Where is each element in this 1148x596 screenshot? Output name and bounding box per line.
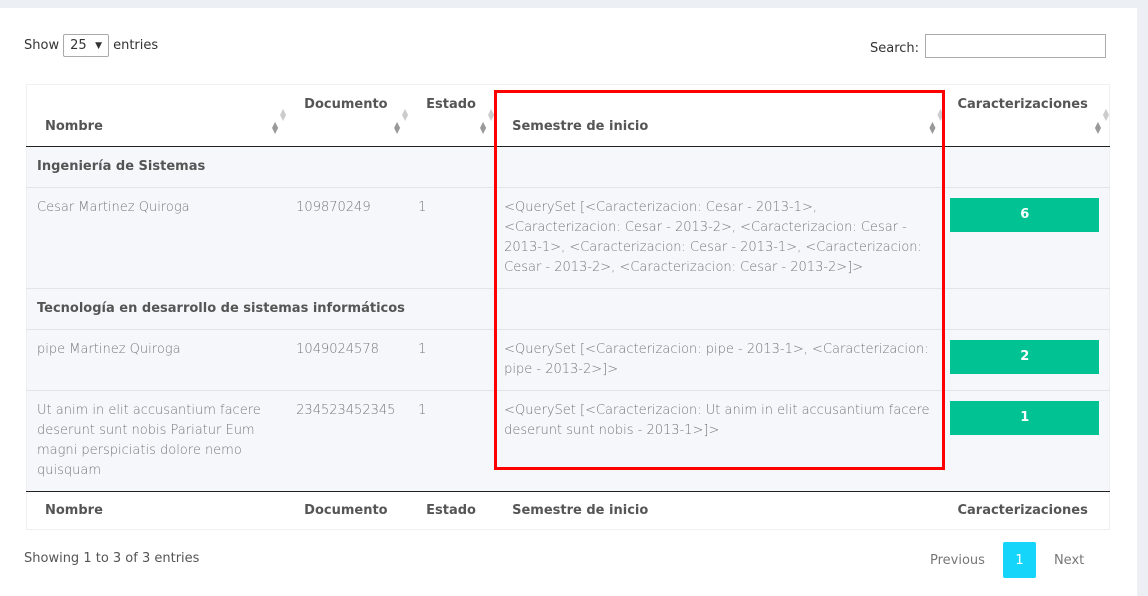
search-label: Search: xyxy=(870,40,920,56)
group-row: Ingeniería de Sistemas xyxy=(26,146,1110,188)
cell-nombre: Cesar Martinez Quiroga xyxy=(26,187,287,289)
cell-caracterizaciones: 2 xyxy=(943,329,1110,391)
cell-estado: 1 xyxy=(408,329,495,391)
cell-semestre: <QuerySet [<Caracterizacion: Cesar - 201… xyxy=(494,187,944,289)
column-header-semestre[interactable]: Semestre de inicio ▲ ▼ ▲ ▼ xyxy=(494,84,944,147)
caret-down-icon: ▼ xyxy=(95,40,103,51)
table-row: pipe Martinez Quiroga 1049024578 1 <Quer… xyxy=(26,329,1110,391)
cell-estado: 1 xyxy=(408,390,495,492)
footer-estado: Estado xyxy=(408,491,495,530)
count-badge[interactable]: 2 xyxy=(950,340,1099,374)
table-info: Showing 1 to 3 of 3 entries xyxy=(24,551,200,566)
search-input[interactable] xyxy=(925,34,1107,58)
sort-icon: ▲ ▼ xyxy=(479,120,487,135)
column-header-estado[interactable]: Estado ▲ ▼ ▲ ▼ xyxy=(408,84,495,147)
footer-nombre: Nombre xyxy=(26,491,287,530)
count-badge[interactable]: 1 xyxy=(950,401,1099,435)
column-header-documento[interactable]: Documento ▲ ▼ ▲ ▼ xyxy=(286,84,409,147)
cell-documento: 1049024578 xyxy=(286,329,409,391)
cell-estado: 1 xyxy=(408,187,495,289)
search: Search: xyxy=(870,34,1107,60)
sort-icon: ▲ ▼ xyxy=(272,120,279,135)
show-label: Show xyxy=(24,38,60,53)
entries-length: Show 25 ▼ entries xyxy=(24,34,158,57)
entries-value: 25 xyxy=(70,38,87,53)
data-table: Nombre ▲ ▼ ▲ ▼ Documento ▲ ▼ ▲ ▼ Estado ▲ ▼ ▲ ▼ Seme… xyxy=(26,84,1110,530)
sort-icon: ▲ ▼ xyxy=(1094,120,1101,135)
cell-semestre: <QuerySet [<Caracterizacion: pipe - 2013… xyxy=(494,329,944,391)
sort-icon: ▲ ▼ xyxy=(929,120,936,135)
footer-documento: Documento xyxy=(286,491,409,530)
page-1-button[interactable]: 1 xyxy=(1002,542,1036,578)
entries-label: entries xyxy=(113,38,159,53)
pagination: Previous 1 Next xyxy=(930,542,1084,578)
table-row: Cesar Martinez Quiroga 109870249 1 <Quer… xyxy=(26,187,1110,289)
cell-nombre: Ut anim in elit accusantium facere deser… xyxy=(26,390,287,492)
group-row: Tecnología en desarrollo de sistemas inf… xyxy=(26,288,1110,330)
footer-semestre: Semestre de inicio xyxy=(494,491,944,530)
footer-caracterizaciones: Caracterizaciones xyxy=(943,491,1110,530)
table-row: Ut anim in elit accusantium facere deser… xyxy=(26,390,1110,492)
sort-icon: ▲ ▼ xyxy=(393,120,401,135)
next-button[interactable]: Next xyxy=(1054,553,1084,568)
column-header-nombre[interactable]: Nombre ▲ ▼ ▲ ▼ xyxy=(26,84,287,147)
cell-caracterizaciones: 6 xyxy=(943,187,1110,289)
cell-documento: 234523452345 xyxy=(286,390,409,492)
entries-select[interactable]: 25 ▼ xyxy=(63,34,110,57)
cell-caracterizaciones: 1 xyxy=(943,390,1110,492)
column-header-caracterizaciones[interactable]: Caracterizaciones ▲ ▼ ▲ ▼ xyxy=(943,84,1110,147)
count-badge[interactable]: 6 xyxy=(950,198,1099,232)
previous-button[interactable]: Previous xyxy=(930,553,985,568)
sort-icon: ▲ ▼ xyxy=(1102,107,1109,122)
cell-semestre: <QuerySet [<Caracterizacion: Ut anim in … xyxy=(494,390,944,492)
cell-nombre: pipe Martinez Quiroga xyxy=(26,329,287,391)
cell-documento: 109870249 xyxy=(286,187,409,289)
